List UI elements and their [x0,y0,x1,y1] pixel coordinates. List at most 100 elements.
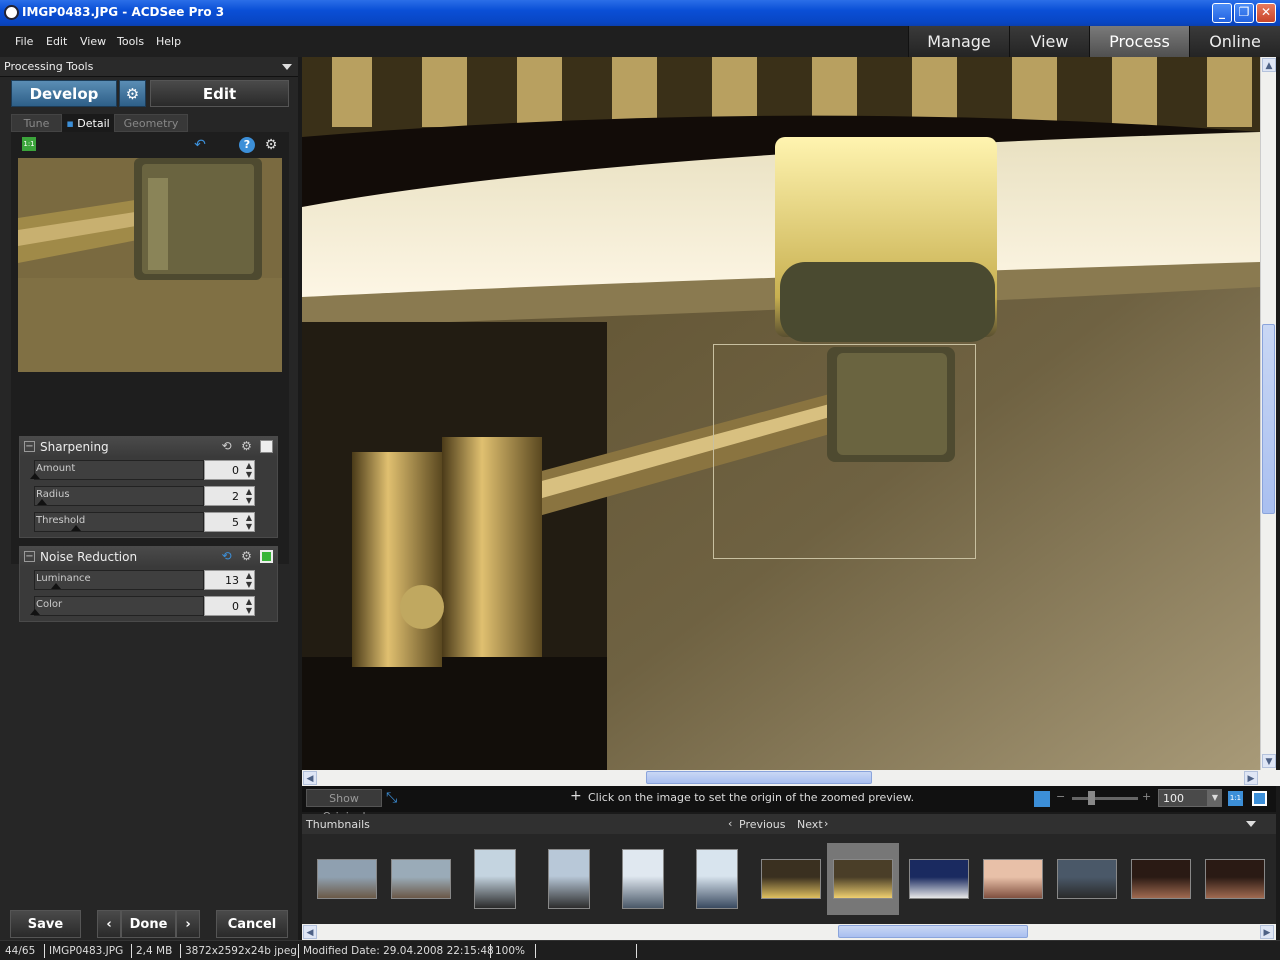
zoom-out-icon[interactable]: − [1056,790,1065,803]
menu-edit[interactable]: Edit [46,35,67,48]
dropdown-arrow-icon[interactable] [282,64,292,70]
color-spinbox[interactable]: 0 ▲ ▼ [204,596,255,616]
develop-button[interactable]: Develop [11,80,117,107]
actual-size-icon[interactable]: 1:1 [1228,791,1243,806]
edit-button[interactable]: Edit [150,80,289,107]
horizontal-scroll-thumb[interactable] [646,771,872,784]
spin-arrows-icon[interactable]: ▲ ▼ [246,461,252,479]
sharpening-enable-checkbox[interactable] [260,440,273,453]
previous-chevron-icon[interactable]: ‹ [728,817,732,830]
slider-thumb[interactable] [30,473,40,479]
reset-noise-reduction-icon[interactable]: ⟲ [219,549,234,564]
image-viewer[interactable] [302,57,1260,770]
help-icon[interactable]: ? [239,137,255,153]
threshold-spinbox[interactable]: 5 ▲ ▼ [204,512,255,532]
noise-reduction-enable-checkbox[interactable] [260,550,273,563]
spin-arrows-icon[interactable]: ▲ ▼ [246,571,252,589]
show-original-button[interactable]: Show Original [306,789,382,823]
scroll-right-arrow-icon[interactable]: ▶ [1244,771,1258,785]
thumb-10[interactable] [977,843,1049,915]
zoom-1to1-badge[interactable]: 1:1 [22,137,36,151]
collapse-noise-reduction-icon[interactable]: − [24,551,35,562]
develop-settings-gear-icon[interactable]: ⚙ [119,80,146,107]
collapse-sharpening-icon[interactable]: − [24,441,35,452]
reset-sharpening-icon[interactable]: ⟲ [219,439,234,454]
sharpening-gear-icon[interactable]: ⚙ [239,439,254,454]
mode-tab-view[interactable]: View [1009,26,1089,57]
thumb-5[interactable] [607,843,679,915]
radius-slider[interactable]: Radius [34,486,204,506]
previous-image-button[interactable]: ‹ [97,910,121,938]
noise-reduction-gear-icon[interactable]: ⚙ [239,549,254,564]
zoomed-preview-image[interactable] [18,158,282,372]
thumbs-scroll-right-icon[interactable]: ▶ [1260,925,1274,939]
amount-slider[interactable]: Amount [30,460,204,480]
thumbs-scroll-left-icon[interactable]: ◀ [303,925,317,939]
vertical-scroll-thumb[interactable] [1262,324,1275,514]
thumb-1[interactable] [311,843,383,915]
thumb-7[interactable] [755,843,827,915]
slider-thumb[interactable] [71,525,82,531]
acdsee-app-icon[interactable] [4,5,19,20]
fit-to-window-icon[interactable] [1252,791,1267,806]
zoom-slider-thumb[interactable] [1088,791,1095,805]
thumb-3[interactable] [459,843,531,915]
next-chevron-icon[interactable]: › [824,817,828,830]
menu-view[interactable]: View [80,35,106,48]
zoom-level-field[interactable]: 100 [1158,789,1208,807]
thumb-12[interactable] [1125,843,1197,915]
threshold-slider[interactable]: Threshold [34,512,204,532]
spin-arrows-icon[interactable]: ▲ ▼ [246,513,252,531]
slider-thumb[interactable] [36,499,47,505]
next-link[interactable]: Next [797,818,823,831]
thumb-11[interactable] [1051,843,1123,915]
menu-help[interactable]: Help [156,35,181,48]
mode-tab-process[interactable]: Process [1089,26,1189,57]
mode-tab-manage[interactable]: Manage [908,26,1009,57]
tab-tune[interactable]: Tune [11,114,62,132]
spin-arrows-icon[interactable]: ▲ ▼ [246,597,252,615]
slider-thumb[interactable] [30,609,40,615]
gear-icon[interactable]: ⚙ [263,137,279,153]
scroll-up-arrow-icon[interactable]: ▲ [1262,58,1276,72]
spin-arrows-icon[interactable]: ▲ ▼ [246,487,252,505]
scroll-down-arrow-icon[interactable]: ▼ [1262,754,1276,768]
next-image-button[interactable]: › [176,910,200,938]
done-button[interactable]: Done [121,910,176,938]
previous-link[interactable]: Previous [739,818,786,831]
reset-arrow-icon[interactable]: ↶ [192,137,208,153]
cancel-button[interactable]: Cancel [216,910,288,938]
thumb-6[interactable] [681,843,753,915]
tab-detail[interactable]: ▪ Detail [62,114,114,132]
color-slider[interactable]: Color [30,596,204,616]
close-button[interactable]: ✕ [1256,3,1276,23]
save-button[interactable]: Save [10,910,81,938]
processing-tools-header[interactable]: Processing Tools [0,57,298,77]
navigator-icon[interactable] [1034,791,1050,807]
thumb-13[interactable] [1199,843,1271,915]
tab-geometry[interactable]: Geometry [114,114,188,132]
slider-thumb[interactable] [51,583,62,589]
scroll-left-arrow-icon[interactable]: ◀ [303,771,317,785]
thumb-2[interactable] [385,843,457,915]
vertical-scrollbar[interactable]: ▲ ▼ [1260,57,1276,770]
luminance-spinbox[interactable]: 13 ▲ ▼ [204,570,255,590]
zoom-slider[interactable] [1072,797,1138,800]
horizontal-scrollbar[interactable]: ◀ ▶ [302,770,1260,786]
thumbs-scroll-thumb[interactable] [838,925,1028,938]
mode-tab-online[interactable]: Online [1189,26,1280,57]
thumbnails-menu-arrow-icon[interactable] [1246,821,1256,827]
zoom-in-icon[interactable]: + [1142,790,1151,803]
radius-spinbox[interactable]: 2 ▲ ▼ [204,486,255,506]
thumb-9[interactable] [903,843,975,915]
expand-arrows-icon[interactable]: ⤡ [386,790,397,806]
menu-tools[interactable]: Tools [117,35,144,48]
zoom-dropdown-arrow-icon[interactable]: ▼ [1208,789,1222,807]
amount-spinbox[interactable]: 0 ▲ ▼ [204,460,255,480]
minimize-button[interactable]: _ [1212,3,1232,23]
thumb-8[interactable] [827,843,899,915]
thumb-4[interactable] [533,843,605,915]
thumbnails-scrollbar[interactable]: ◀ ▶ [302,924,1276,940]
menu-file[interactable]: File [15,35,33,48]
luminance-slider[interactable]: Luminance [34,570,204,590]
